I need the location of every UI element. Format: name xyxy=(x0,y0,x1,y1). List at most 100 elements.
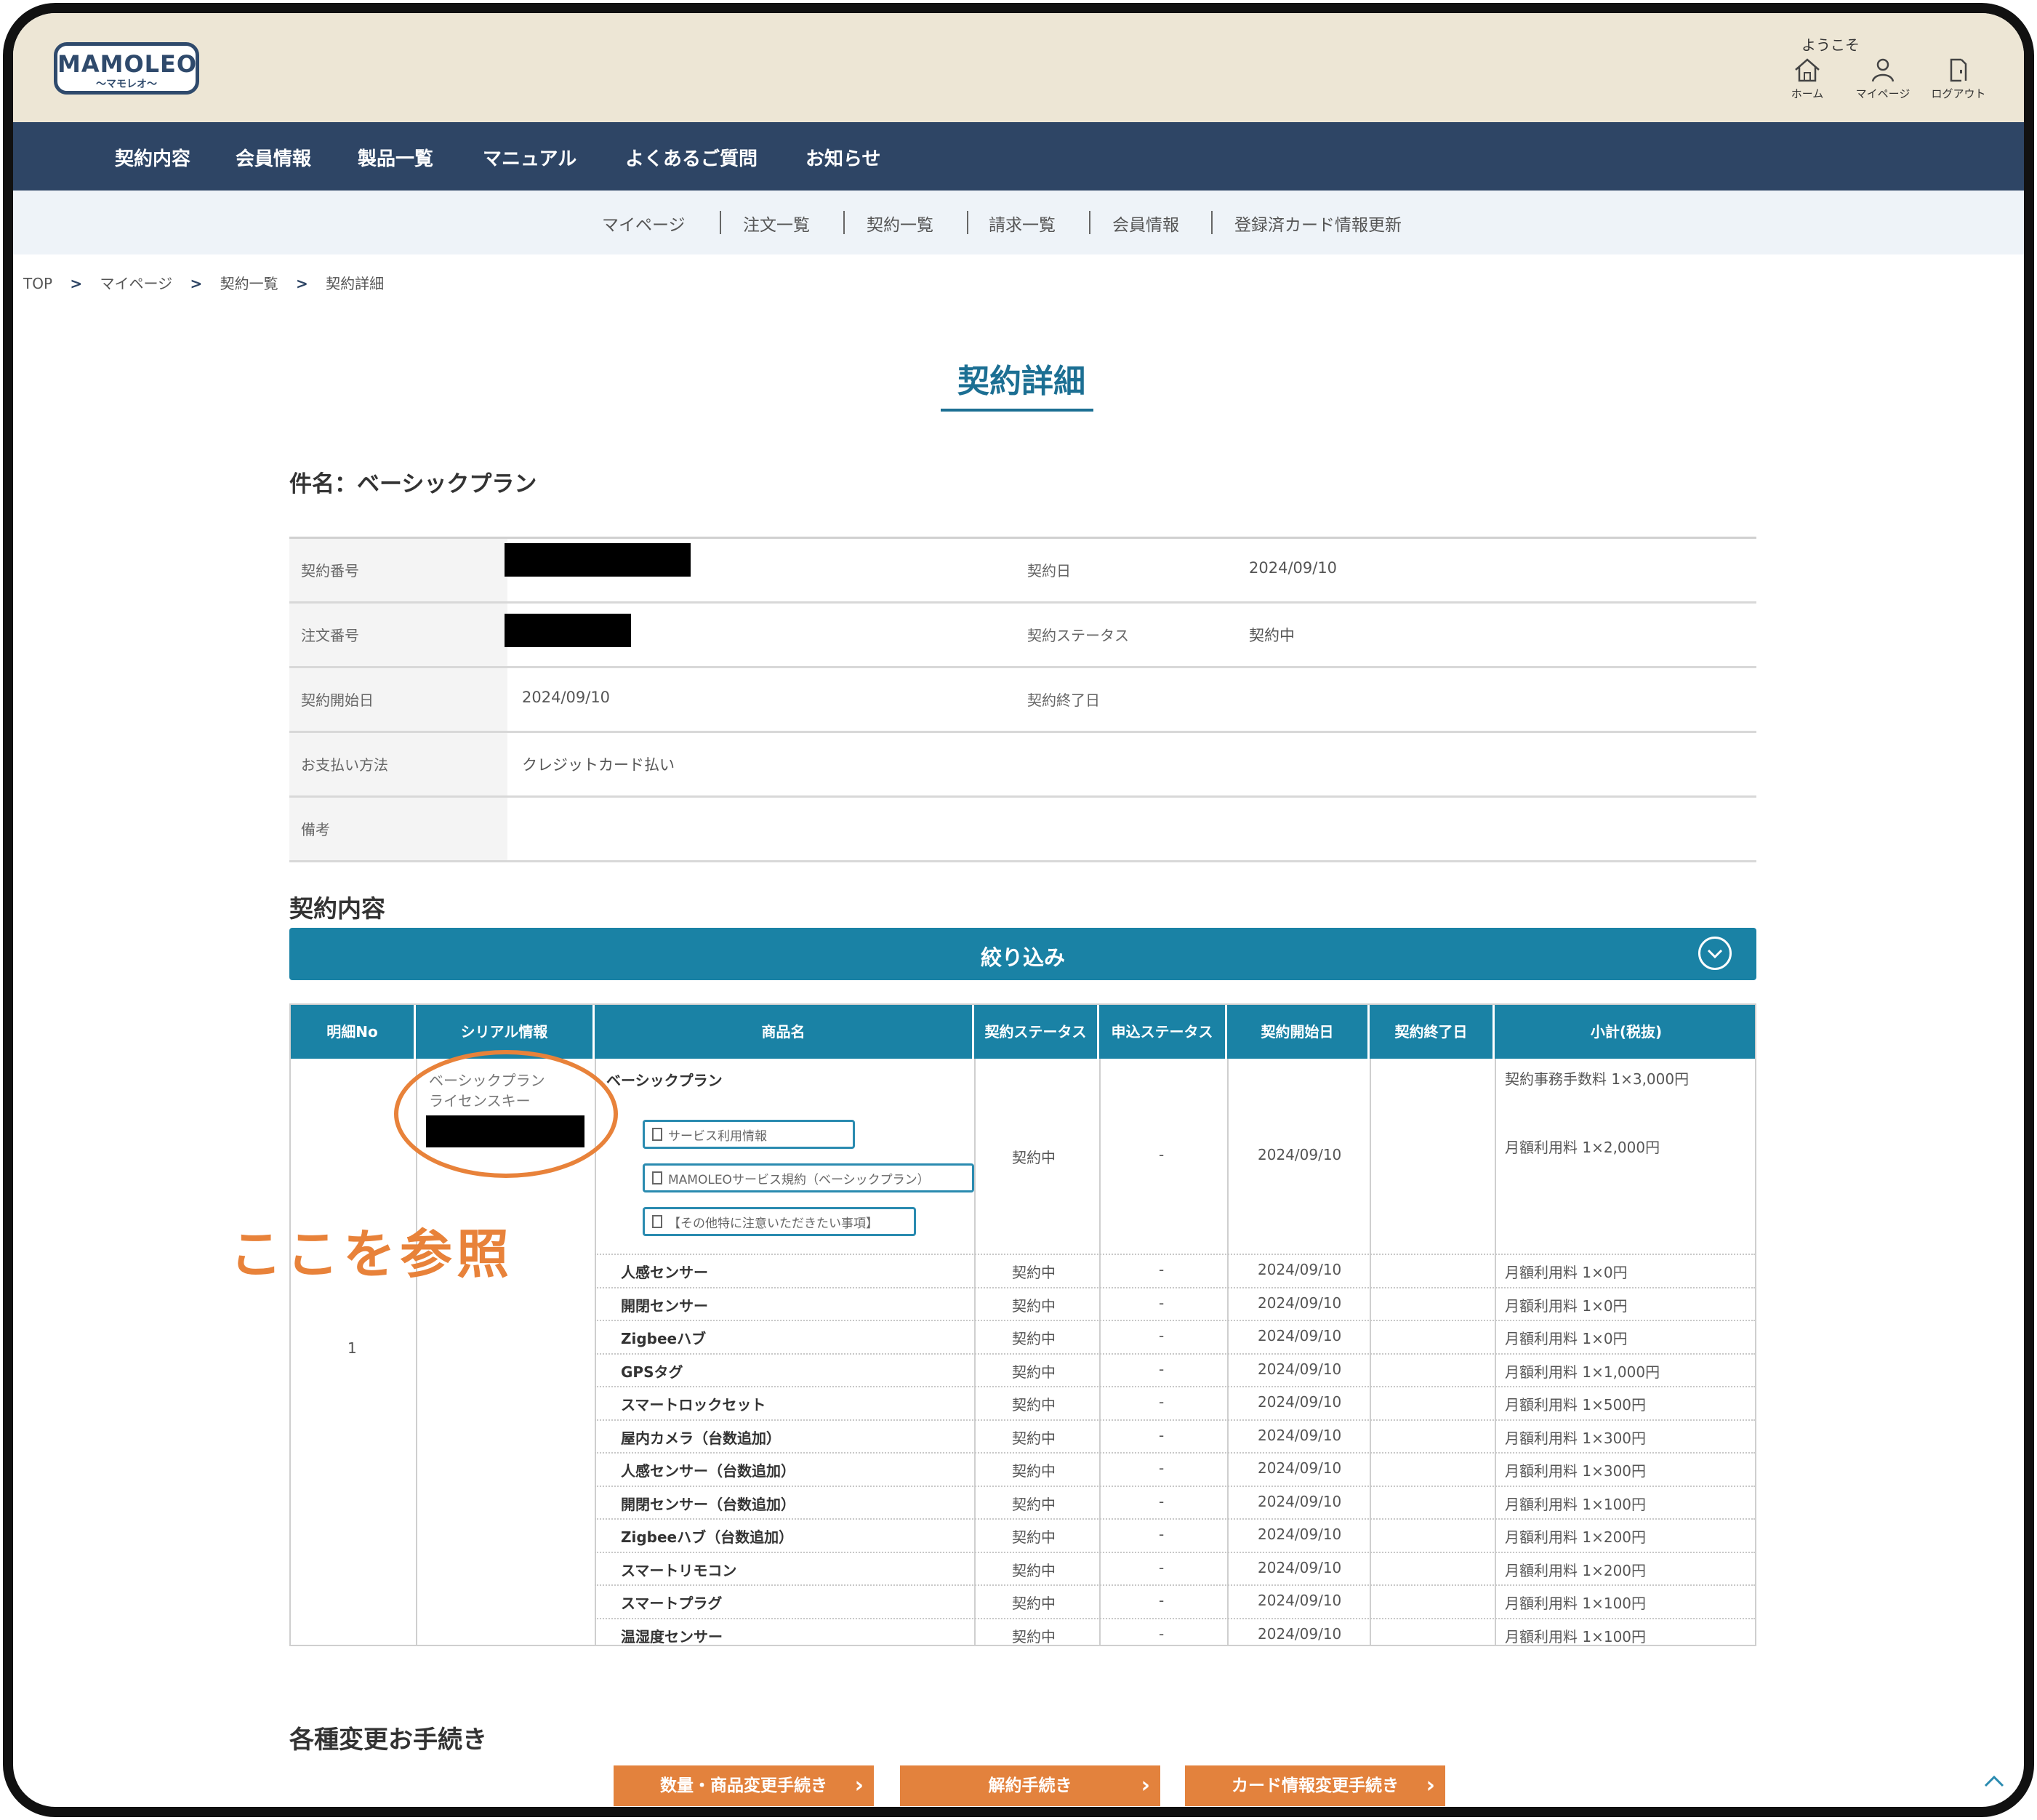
item-name: 屋内カメラ（台数追加） xyxy=(621,1429,781,1447)
nav-member[interactable]: 会員情報 xyxy=(236,144,311,171)
cancel-contract-button[interactable]: 解約手続き › xyxy=(900,1765,1160,1806)
notes-button[interactable]: 【その他特に注意いただきたい事項】 xyxy=(643,1207,916,1236)
logout-label: ログアウト xyxy=(1931,87,1986,100)
item-apply-status: - xyxy=(1159,1327,1165,1344)
logo-subtext: 〜マモレオ〜 xyxy=(96,79,157,90)
subnav-divider xyxy=(1211,211,1213,234)
nav-contract[interactable]: 契約内容 xyxy=(115,144,190,171)
terms-button[interactable]: MAMOLEOサービス規約（ベーシックプラン） xyxy=(643,1163,974,1192)
item-apply-status: - xyxy=(1159,1624,1165,1643)
nav-faq[interactable]: よくあるご質問 xyxy=(625,144,758,171)
item-apply-status: - xyxy=(1159,1294,1165,1312)
row-divider xyxy=(595,1419,1755,1421)
change-card-label: カード情報変更手続き xyxy=(1232,1776,1399,1795)
subnav-orders[interactable]: 注文一覧 xyxy=(743,211,810,236)
row-divider xyxy=(595,1320,1755,1321)
mypage-link[interactable]: マイページ xyxy=(1839,57,1926,101)
logout-link[interactable]: ログアウト xyxy=(1915,57,2002,101)
item-status: 契約中 xyxy=(1012,1330,1056,1347)
procedures-heading: 各種変更お手続き xyxy=(289,1725,487,1755)
payment-label: お支払い方法 xyxy=(289,733,507,795)
terms-label: MAMOLEOサービス規約（ベーシックプラン） xyxy=(668,1172,930,1187)
item-fee: 月額利用料 1×0円 xyxy=(1505,1296,1628,1315)
item-apply-status: - xyxy=(1159,1261,1165,1278)
item-status: 契約中 xyxy=(1012,1595,1056,1612)
change-card-button[interactable]: カード情報変更手続き › xyxy=(1185,1765,1445,1806)
start-date-label: 契約開始日 xyxy=(289,668,507,731)
subnav-invoices[interactable]: 請求一覧 xyxy=(989,211,1056,236)
item-apply-status: - xyxy=(1159,1360,1165,1378)
subnav-card-update[interactable]: 登録済カード情報更新 xyxy=(1234,211,1402,236)
item-status: 契約中 xyxy=(1012,1429,1056,1447)
payment-value: クレジットカード払い xyxy=(522,756,675,774)
home-link[interactable]: ホーム xyxy=(1764,57,1851,101)
document-icon xyxy=(652,1215,662,1228)
nav-manual[interactable]: マニュアル xyxy=(483,144,576,171)
breadcrumb-contracts[interactable]: 契約一覧 xyxy=(220,275,278,292)
breadcrumb-separator: > xyxy=(295,275,308,292)
nav-products[interactable]: 製品一覧 xyxy=(358,144,433,171)
main-fee-setup: 契約事務手数料 1×3,000円 xyxy=(1505,1070,1690,1088)
chevron-right-icon: › xyxy=(1426,1773,1435,1798)
filter-label: 絞り込み xyxy=(980,945,1065,970)
item-start-date: 2024/09/10 xyxy=(1258,1327,1342,1344)
document-icon xyxy=(652,1171,662,1184)
item-status: 契約中 xyxy=(1012,1363,1056,1381)
row-divider xyxy=(595,1452,1755,1454)
breadcrumb-mypage[interactable]: マイページ xyxy=(100,275,173,292)
subnav-divider xyxy=(720,211,721,234)
redacted-contract-no xyxy=(505,543,691,577)
contract-no-label: 契約番号 xyxy=(289,539,507,601)
item-start-date: 2024/09/10 xyxy=(1258,1624,1342,1643)
th-end-date: 契約終了日 xyxy=(1370,1005,1495,1059)
item-apply-status: - xyxy=(1159,1526,1165,1543)
page-top-icon[interactable] xyxy=(1983,1771,2005,1793)
contract-date-label: 契約日 xyxy=(1027,562,1071,580)
nav-news[interactable]: お知らせ xyxy=(805,144,880,171)
service-info-button[interactable]: サービス利用情報 xyxy=(643,1120,855,1149)
subnav-contracts[interactable]: 契約一覧 xyxy=(867,211,933,236)
item-status: 契約中 xyxy=(1012,1528,1056,1546)
contract-date-value: 2024/09/10 xyxy=(1249,559,1338,577)
item-name: Zigbeeハブ xyxy=(621,1330,707,1347)
column-divider xyxy=(1495,1059,1496,1645)
item-status: 契約中 xyxy=(1012,1264,1056,1281)
item-apply-status: - xyxy=(1159,1492,1165,1510)
info-row: お支払い方法 クレジットカード払い xyxy=(289,733,1756,798)
row-divider xyxy=(595,1551,1755,1553)
item-start-date: 2024/09/10 xyxy=(1258,1492,1342,1510)
item-status: 契約中 xyxy=(1012,1561,1056,1579)
breadcrumb-current: 契約詳細 xyxy=(326,275,385,292)
main-product-name: ベーシックプラン xyxy=(606,1072,723,1089)
item-status: 契約中 xyxy=(1012,1627,1056,1645)
filter-toggle-bar[interactable]: 絞り込み xyxy=(289,928,1756,980)
row-divider xyxy=(595,1286,1755,1288)
info-row: 契約番号 契約日 2024/09/10 xyxy=(289,539,1756,604)
item-start-date: 2024/09/10 xyxy=(1258,1526,1342,1543)
main-apply-status: - xyxy=(1159,1146,1165,1163)
main-start-date: 2024/09/10 xyxy=(1258,1146,1342,1163)
subnav-member-info[interactable]: 会員情報 xyxy=(1112,211,1179,236)
item-name: GPSタグ xyxy=(621,1363,683,1381)
item-apply-status: - xyxy=(1159,1426,1165,1444)
breadcrumb-top[interactable]: TOP xyxy=(23,275,52,292)
item-fee: 月額利用料 1×300円 xyxy=(1505,1429,1647,1447)
chevron-down-icon[interactable] xyxy=(1698,937,1732,970)
change-items-label: 数量・商品変更手続き xyxy=(660,1776,827,1795)
change-items-button[interactable]: 数量・商品変更手続き › xyxy=(614,1765,874,1806)
annotation-circle xyxy=(394,1050,618,1178)
logo[interactable]: MAMOLEO 〜マモレオ〜 xyxy=(54,42,199,95)
subnav-divider xyxy=(1089,211,1090,234)
item-name: 開閉センサー xyxy=(621,1296,708,1315)
item-start-date: 2024/09/10 xyxy=(1258,1558,1342,1576)
th-subtotal: 小計(税抜) xyxy=(1590,1022,1663,1041)
subnav-mypage[interactable]: マイページ xyxy=(602,211,686,236)
contract-contents-heading: 契約内容 xyxy=(289,894,385,923)
row-divider xyxy=(595,1254,1755,1255)
column-divider xyxy=(1370,1059,1371,1645)
column-divider xyxy=(1227,1059,1229,1645)
row-divider xyxy=(595,1584,1755,1586)
site-header: MAMOLEO 〜マモレオ〜 ようこそ ホーム マイページ ログアウト xyxy=(13,13,2024,122)
item-name: スマートプラグ xyxy=(621,1595,723,1612)
item-name: Zigbeeハブ（台数追加） xyxy=(621,1528,794,1546)
